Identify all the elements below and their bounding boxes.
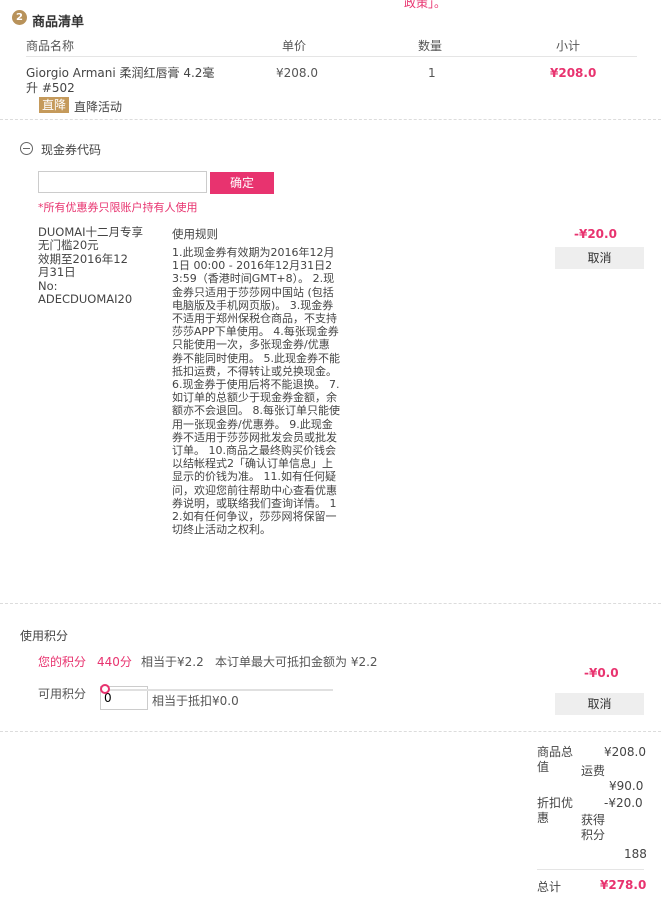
- section-divider: [0, 731, 661, 732]
- header-divider: [26, 56, 637, 57]
- col-header-price: 单价: [282, 39, 307, 53]
- product-name[interactable]: Giorgio Armani 柔润红唇膏 4.2毫升 #502: [26, 66, 226, 96]
- total-label: 总计: [537, 880, 562, 894]
- points-equivalent: 相当于¥2.2: [141, 655, 204, 669]
- points-discount: -¥0.0: [584, 666, 619, 680]
- promo-text: 直降活动: [74, 100, 123, 114]
- promo-tag: 直降: [39, 97, 69, 113]
- section-divider: [0, 603, 661, 604]
- goods-total-label: 商品总值: [537, 745, 574, 774]
- step-badge: 2: [12, 10, 27, 25]
- col-header-qty: 数量: [418, 39, 443, 53]
- section-divider: [0, 119, 661, 120]
- usable-points-label: 可用积分: [38, 687, 87, 701]
- section-title: 商品清单: [32, 15, 85, 30]
- discount-value: -¥20.0: [604, 796, 643, 810]
- points-cancel-button[interactable]: 取消: [555, 693, 644, 715]
- points-slider-handle[interactable]: [100, 684, 110, 694]
- earned-points-label: 获得积分: [581, 813, 606, 842]
- shipping-label: 运费: [581, 764, 606, 778]
- coupon-name: DUOMAI十二月专享 无门槛20元: [38, 225, 144, 252]
- shipping-value: ¥90.0: [609, 779, 644, 793]
- product-price: ¥208.0: [276, 66, 318, 80]
- points-deduct-text: 相当于抵扣¥0.0: [152, 694, 239, 708]
- coupon-warning: *所有优惠券只限账户持有人使用: [38, 201, 198, 214]
- collapse-icon[interactable]: [20, 142, 33, 155]
- coupon-no-label: No:: [38, 279, 58, 293]
- summary-divider: [537, 869, 644, 870]
- your-points-value: 440分: [97, 655, 132, 669]
- col-header-subtotal: 小计: [556, 39, 581, 53]
- coupon-title[interactable]: 现金券代码: [41, 141, 101, 158]
- policy-link[interactable]: 政策」。: [404, 0, 446, 11]
- coupon-confirm-button[interactable]: 确定: [210, 172, 274, 194]
- discount-label: 折扣优惠: [537, 796, 574, 825]
- product-qty: 1: [428, 66, 436, 80]
- points-slider-track[interactable]: [104, 689, 333, 691]
- coupon-code: ADECDUOMAI20: [38, 292, 133, 306]
- col-header-name: 商品名称: [26, 39, 75, 53]
- product-subtotal: ¥208.0: [550, 66, 597, 80]
- coupon-cancel-button[interactable]: 取消: [555, 247, 644, 269]
- your-points-label: 您的积分: [38, 655, 87, 669]
- coupon-discount: -¥20.0: [574, 227, 617, 241]
- rules-title: 使用规则: [172, 227, 218, 241]
- coupon-validity: 效期至2016年12月31日: [38, 252, 128, 279]
- rules-text: 1.此现金券有效期为2016年12月1日 00:00 - 2016年12月31日…: [172, 246, 340, 537]
- coupon-code-input[interactable]: [38, 171, 207, 193]
- total-value: ¥278.0: [600, 878, 647, 892]
- earned-points-value: 188: [624, 847, 647, 861]
- points-max-deduct: 本订单最大可抵扣金额为 ¥2.2: [215, 655, 378, 669]
- goods-total: ¥208.0: [604, 745, 646, 759]
- points-title: 使用积分: [20, 629, 69, 643]
